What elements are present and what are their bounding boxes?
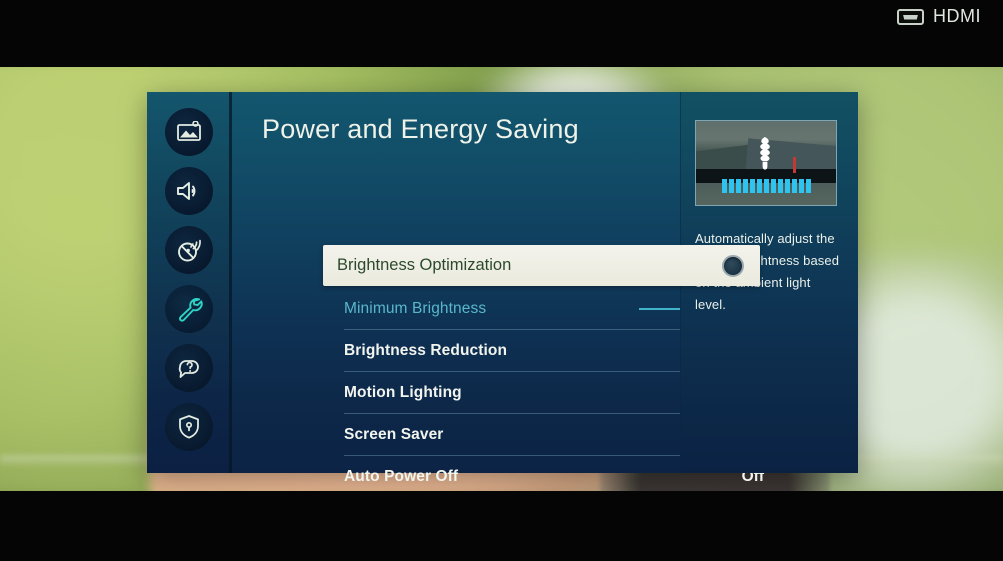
tv-screen: Power and Energy Saving Brightness Optim… bbox=[0, 0, 1003, 561]
page-title: Power and Energy Saving bbox=[262, 114, 579, 144]
input-source-indicator: HDMI bbox=[897, 6, 981, 27]
settings-sidebar bbox=[147, 92, 232, 473]
help-bubble-icon bbox=[175, 356, 203, 380]
speaker-icon bbox=[175, 179, 203, 203]
input-source-label: HDMI bbox=[933, 6, 981, 26]
wrench-icon bbox=[175, 295, 203, 323]
sidebar-item-general-settings[interactable] bbox=[165, 285, 213, 333]
preview-red-marker bbox=[793, 157, 796, 173]
toggle-brightness-optimization[interactable] bbox=[722, 254, 744, 277]
menu-row-label: Brightness Optimization bbox=[337, 256, 512, 274]
hdmi-port-icon bbox=[897, 8, 924, 25]
menu-row-brightness-optimization[interactable]: Brightness Optimization bbox=[323, 245, 760, 286]
cfl-bulb-icon bbox=[754, 135, 776, 179]
shield-lock-icon bbox=[177, 414, 201, 440]
menu-row-label: Minimum Brightness bbox=[344, 299, 487, 317]
sidebar-item-broadcasting-settings[interactable] bbox=[165, 226, 213, 274]
broadcast-antenna-icon bbox=[175, 236, 203, 264]
settings-overlay: Power and Energy Saving Brightness Optim… bbox=[147, 92, 858, 540]
sidebar-item-picture-settings[interactable] bbox=[165, 108, 213, 156]
letterbox-top: HDMI bbox=[0, 0, 1003, 37]
preview-brightness-meter bbox=[722, 179, 811, 193]
sidebar-item-support[interactable] bbox=[165, 344, 213, 392]
letterbox-bottom bbox=[0, 491, 1003, 561]
picture-icon bbox=[176, 121, 202, 143]
sidebar-item-sound-settings[interactable] bbox=[165, 167, 213, 215]
sidebar-item-privacy-security[interactable] bbox=[165, 403, 213, 451]
settings-list-panel: Power and Energy Saving Brightness Optim… bbox=[232, 92, 764, 540]
preview-thumbnail bbox=[695, 120, 837, 206]
